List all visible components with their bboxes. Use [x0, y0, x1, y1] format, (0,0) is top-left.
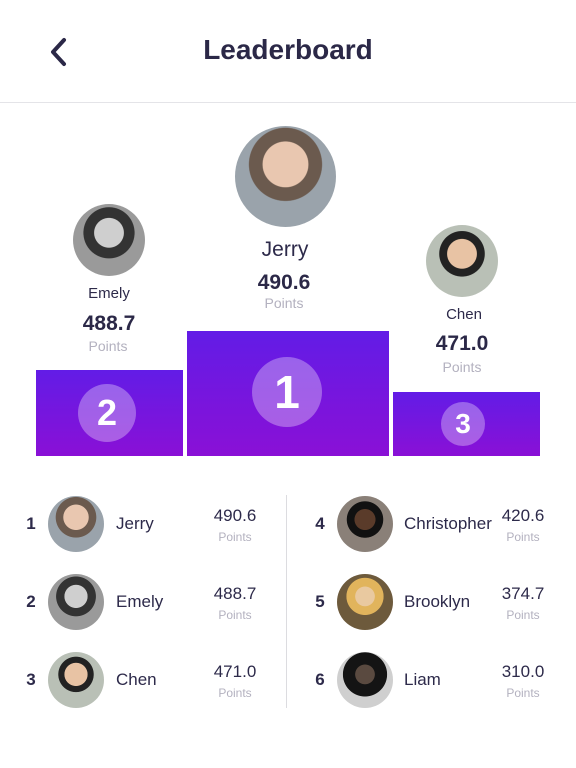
avatar-emely — [73, 204, 145, 276]
column-divider — [286, 495, 287, 708]
avatar — [48, 496, 104, 552]
points-label: Points — [506, 686, 540, 700]
player-name: Chen — [116, 670, 157, 689]
player-score: 488.7 — [213, 584, 257, 603]
page-title: Leaderboard — [203, 34, 373, 65]
rank-number: 5 — [315, 592, 325, 611]
podium-unit-3: Points — [442, 359, 482, 375]
player-score: 490.6 — [213, 506, 257, 525]
avatar — [48, 574, 104, 630]
rank-number: 6 — [315, 670, 325, 689]
points-label: Points — [218, 530, 252, 544]
points-label: Points — [506, 608, 540, 622]
podium-score-2: 488.7 — [82, 312, 136, 335]
place-badge-3: 3 — [441, 402, 485, 446]
avatar-jerry — [235, 126, 336, 227]
player-name: Christopher — [404, 514, 492, 533]
points-label: Points — [218, 608, 252, 622]
podium-block-1: 1 — [187, 331, 389, 456]
podium-name-1: Jerry — [261, 238, 309, 261]
avatar — [337, 574, 393, 630]
podium-block-2: 2 — [36, 370, 183, 456]
podium-unit-1: Points — [264, 295, 304, 311]
player-name: Jerry — [116, 514, 154, 533]
player-score: 374.7 — [501, 584, 545, 603]
player-score: 310.0 — [501, 662, 545, 681]
rank-number: 4 — [315, 514, 325, 533]
player-name: Brooklyn — [404, 592, 471, 611]
rank-number: 3 — [26, 670, 36, 689]
rank-number: 1 — [26, 514, 36, 533]
podium-name-2: Emely — [88, 285, 130, 302]
avatar — [48, 652, 104, 708]
podium-score-1: 490.6 — [257, 271, 311, 294]
player-name: Emely — [116, 592, 164, 611]
player-score: 420.6 — [501, 506, 545, 525]
podium-name-3: Chen — [446, 306, 482, 323]
podium-score-3: 471.0 — [435, 332, 489, 355]
podium-unit-2: Points — [88, 338, 128, 354]
player-name: Liam — [404, 670, 441, 689]
player-score: 471.0 — [213, 662, 257, 681]
avatar — [337, 652, 393, 708]
avatar — [337, 496, 393, 552]
place-badge-2: 2 — [78, 384, 136, 442]
rank-number: 2 — [26, 592, 36, 611]
points-label: Points — [506, 530, 540, 544]
podium-block-3: 3 — [393, 392, 540, 456]
points-label: Points — [218, 686, 252, 700]
avatar-chen — [426, 225, 498, 297]
place-badge-1: 1 — [252, 357, 322, 427]
